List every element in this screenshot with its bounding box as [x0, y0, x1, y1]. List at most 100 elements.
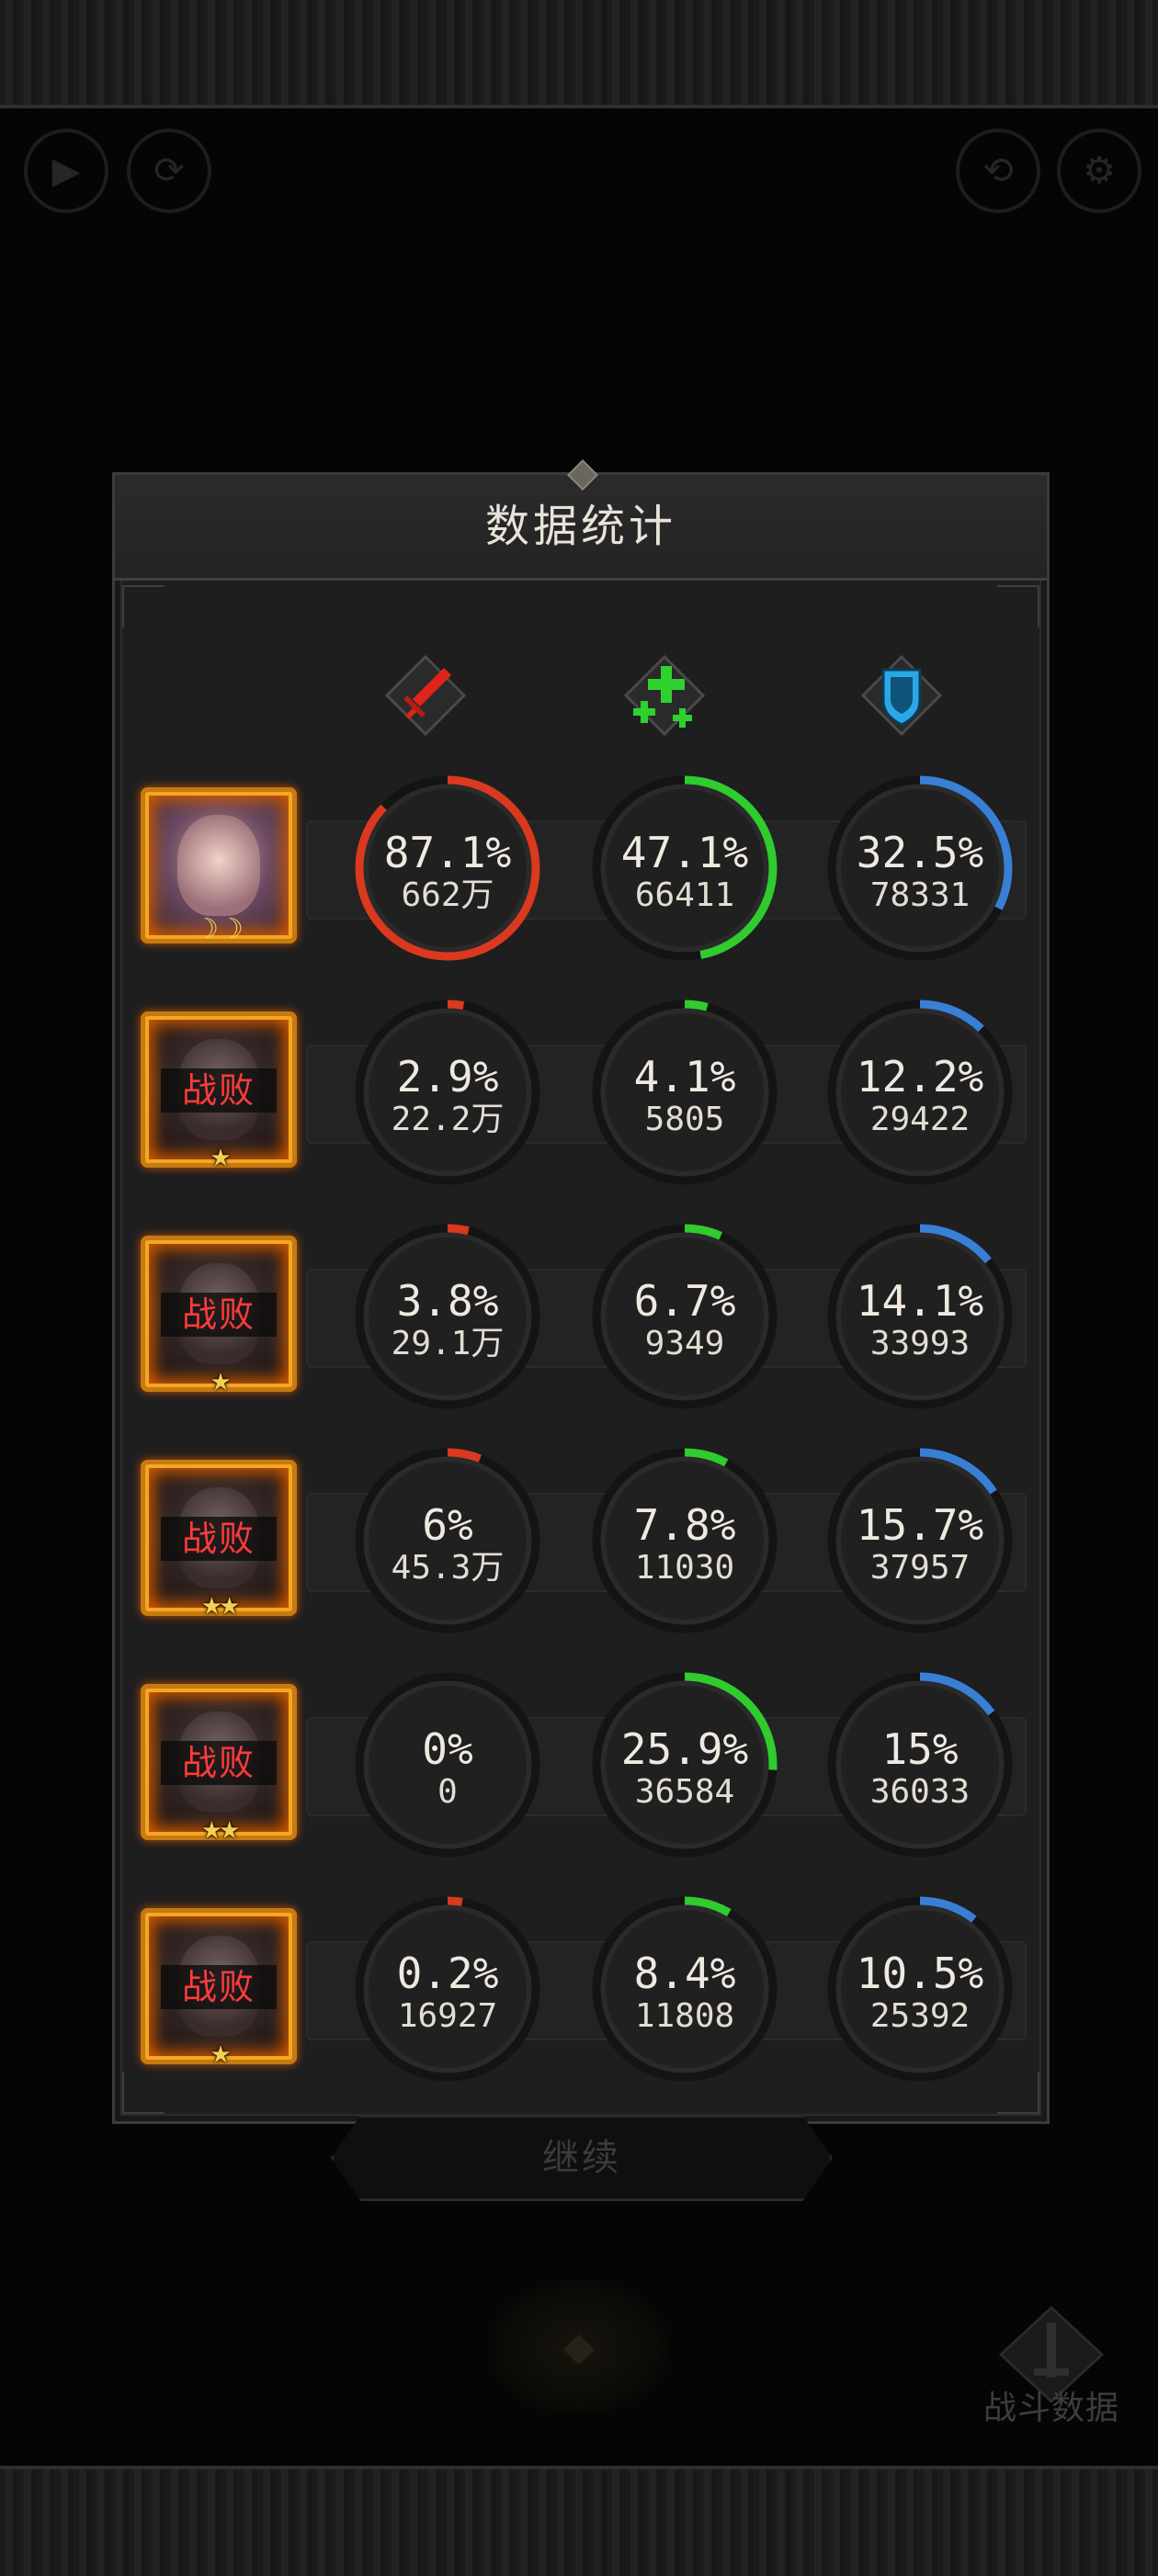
- tank-ring: 10.5% 25392: [826, 1895, 1014, 2083]
- damage-ring: 2.9% 22.2万: [354, 999, 541, 1186]
- shield-icon: [860, 654, 943, 737]
- damage-amount: 22.2万: [391, 1101, 505, 1138]
- tank-percent: 15.7%: [856, 1500, 984, 1550]
- defeated-label: 战败: [161, 1517, 277, 1561]
- battle-data-label: 战斗数据: [982, 2390, 1119, 2427]
- heal-amount: 5805: [644, 1101, 725, 1138]
- damage-ring: 0.2% 16927: [354, 1895, 541, 2083]
- heal-percent: 8.4%: [633, 1949, 736, 1998]
- damage-ring: 0% 0: [354, 1671, 541, 1859]
- hero-face-image: [177, 815, 260, 916]
- damage-percent: 0.2%: [396, 1949, 499, 1998]
- speed-icon: ⟳: [127, 129, 211, 213]
- tank-amount: 33993: [869, 1325, 971, 1362]
- heal-amount: 36584: [634, 1773, 735, 1811]
- heal-percent: 25.9%: [620, 1724, 749, 1774]
- star-rank-icon: ★: [210, 1145, 231, 1168]
- hero-portrait[interactable]: 战败 ★★: [141, 1460, 297, 1616]
- auto-icon: ⟲: [956, 129, 1040, 213]
- star-rank-icon: ★: [210, 2041, 231, 2064]
- tank-amount: 36033: [869, 1773, 971, 1811]
- damage-amount: 29.1万: [391, 1325, 505, 1362]
- heal-amount: 11808: [634, 1997, 735, 2035]
- moon-rank-icon: ☽☽: [194, 913, 244, 943]
- tank-column-icon: [856, 650, 948, 741]
- heal-percent: 47.1%: [620, 828, 749, 877]
- damage-amount: 45.3万: [391, 1549, 505, 1587]
- heal-plus-icon: [623, 654, 706, 737]
- tank-percent: 15%: [881, 1724, 959, 1774]
- tank-amount: 29422: [869, 1101, 971, 1138]
- hero-row: 战败 ★ 0.2% 16927 8.4% 11808 10.5% 25392: [141, 1893, 1027, 2085]
- heal-percent: 6.7%: [633, 1276, 736, 1326]
- tank-amount: 25392: [869, 1997, 971, 2035]
- continue-button[interactable]: 继续: [331, 2115, 833, 2201]
- tank-amount: 78331: [869, 876, 971, 914]
- defeated-label: 战败: [161, 1293, 277, 1337]
- battle-data-button[interactable]: 战斗数据: [959, 2304, 1143, 2433]
- heal-amount: 11030: [634, 1549, 735, 1587]
- damage-amount: 0: [437, 1773, 458, 1811]
- center-emblem-icon: ◆: [487, 2278, 671, 2416]
- damage-percent: 2.9%: [396, 1052, 499, 1102]
- damage-amount: 16927: [397, 1997, 498, 2035]
- defeated-label: 战败: [161, 1965, 277, 2009]
- star-rank-icon: ★: [210, 1369, 231, 1392]
- header-gem-ornament: [567, 459, 598, 491]
- hero-portrait[interactable]: 战败 ★: [141, 1236, 297, 1392]
- hero-row: 战败 ★ 2.9% 22.2万 4.1% 5805 12.2% 29422: [141, 997, 1027, 1188]
- damage-ring: 87.1% 662万: [354, 774, 541, 962]
- tank-percent: 12.2%: [856, 1052, 984, 1102]
- stats-panel: 数据统计 ☽☽ 87.1% 662万 47.1% 66411 32.5% 78331 战败 ★ 2…: [112, 459, 1050, 2124]
- heal-amount: 66411: [634, 876, 735, 914]
- heal-column-icon: [619, 650, 710, 741]
- bottom-frame-bar: [0, 2466, 1158, 2576]
- corner-ornament: [997, 585, 1039, 627]
- heal-percent: 7.8%: [633, 1500, 736, 1550]
- damage-ring: 3.8% 29.1万: [354, 1223, 541, 1410]
- heal-ring: 4.1% 5805: [591, 999, 778, 1186]
- defeated-label: 战败: [161, 1068, 277, 1113]
- top-frame-bar: [0, 0, 1158, 108]
- sword-icon: [384, 654, 467, 737]
- damage-amount: 662万: [401, 876, 494, 914]
- damage-column-icon: [380, 650, 471, 741]
- heal-percent: 4.1%: [633, 1052, 736, 1102]
- tank-ring: 15% 36033: [826, 1671, 1014, 1859]
- hero-row: 战败 ★★ 0% 0 25.9% 36584 15% 36033: [141, 1669, 1027, 1860]
- tank-percent: 10.5%: [856, 1949, 984, 1998]
- damage-percent: 3.8%: [396, 1276, 499, 1326]
- settings-icon: ⚙: [1057, 129, 1141, 213]
- damage-percent: 87.1%: [383, 828, 512, 877]
- heal-ring: 47.1% 66411: [591, 774, 778, 962]
- tank-percent: 14.1%: [856, 1276, 984, 1326]
- tank-ring: 15.7% 37957: [826, 1447, 1014, 1634]
- corner-ornament: [122, 585, 165, 627]
- damage-ring: 6% 45.3万: [354, 1447, 541, 1634]
- star-rank-icon: ★★: [200, 1593, 241, 1616]
- heal-ring: 7.8% 11030: [591, 1447, 778, 1634]
- play-icon: ▶: [24, 129, 108, 213]
- tank-ring: 12.2% 29422: [826, 999, 1014, 1186]
- damage-percent: 6%: [422, 1500, 473, 1550]
- heal-ring: 25.9% 36584: [591, 1671, 778, 1859]
- panel-header: 数据统计: [115, 459, 1047, 581]
- tank-amount: 37957: [869, 1549, 971, 1587]
- hero-row: 战败 ★★ 6% 45.3万 7.8% 11030 15.7% 37957: [141, 1445, 1027, 1636]
- hero-row: 战败 ★ 3.8% 29.1万 6.7% 9349 14.1% 33993: [141, 1221, 1027, 1412]
- tank-percent: 32.5%: [856, 828, 984, 877]
- hero-portrait[interactable]: ☽☽: [141, 787, 297, 943]
- hero-portrait[interactable]: 战败 ★: [141, 1908, 297, 2064]
- hero-portrait[interactable]: 战败 ★★: [141, 1684, 297, 1840]
- heal-ring: 6.7% 9349: [591, 1223, 778, 1410]
- defeated-label: 战败: [161, 1741, 277, 1785]
- heal-ring: 8.4% 11808: [591, 1895, 778, 2083]
- star-rank-icon: ★★: [200, 1817, 241, 1840]
- hero-portrait[interactable]: 战败 ★: [141, 1011, 297, 1168]
- heal-amount: 9349: [644, 1325, 725, 1362]
- panel-title: 数据统计: [484, 501, 676, 552]
- tank-ring: 32.5% 78331: [826, 774, 1014, 962]
- tank-ring: 14.1% 33993: [826, 1223, 1014, 1410]
- hero-row: ☽☽ 87.1% 662万 47.1% 66411 32.5% 78331: [141, 773, 1027, 964]
- damage-percent: 0%: [422, 1724, 473, 1774]
